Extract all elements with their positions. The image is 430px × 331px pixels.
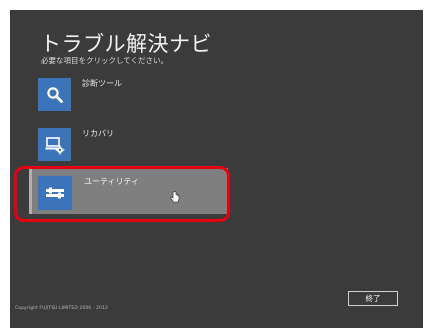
menu-item-label[interactable]: リカバリ	[82, 128, 114, 139]
menu-item-label[interactable]: 診断ツール	[82, 78, 122, 89]
exit-button[interactable]: 終了	[348, 291, 398, 306]
page-title: トラブル解決ナビ	[40, 32, 212, 56]
page-subtitle: 必要な項目をクリックしてください。	[41, 56, 169, 65]
computer-gear-icon[interactable]	[38, 128, 71, 161]
hand-cursor-icon	[170, 189, 180, 208]
annotation-highlight-outline	[14, 166, 230, 222]
magnifier-icon[interactable]	[38, 78, 71, 111]
copyright-text: Copyright FUJITSU LIMITED 2006 - 2012	[15, 306, 108, 311]
